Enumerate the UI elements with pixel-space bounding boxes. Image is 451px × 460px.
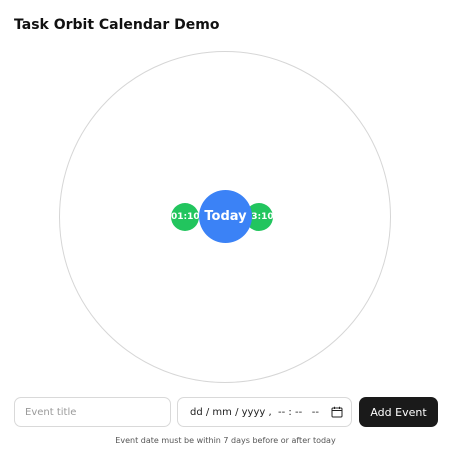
- orbit-event-dot[interactable]: 01:10: [171, 203, 200, 231]
- page-title: Task Orbit Calendar Demo: [14, 17, 220, 33]
- calendar-icon[interactable]: [331, 406, 343, 418]
- event-datetime-input[interactable]: dd / mm / yyyy , -- : -- --: [177, 397, 352, 427]
- date-range-hint: Event date must be within 7 days before …: [115, 436, 336, 445]
- add-event-button[interactable]: Add Event: [359, 397, 438, 427]
- today-center: Today: [199, 190, 252, 243]
- event-title-input[interactable]: [14, 397, 171, 427]
- app-root: Task Orbit Calendar Demo 01:10 23:10 Tod…: [0, 0, 451, 460]
- datetime-placeholder: dd / mm / yyyy , -- : -- --: [190, 406, 319, 418]
